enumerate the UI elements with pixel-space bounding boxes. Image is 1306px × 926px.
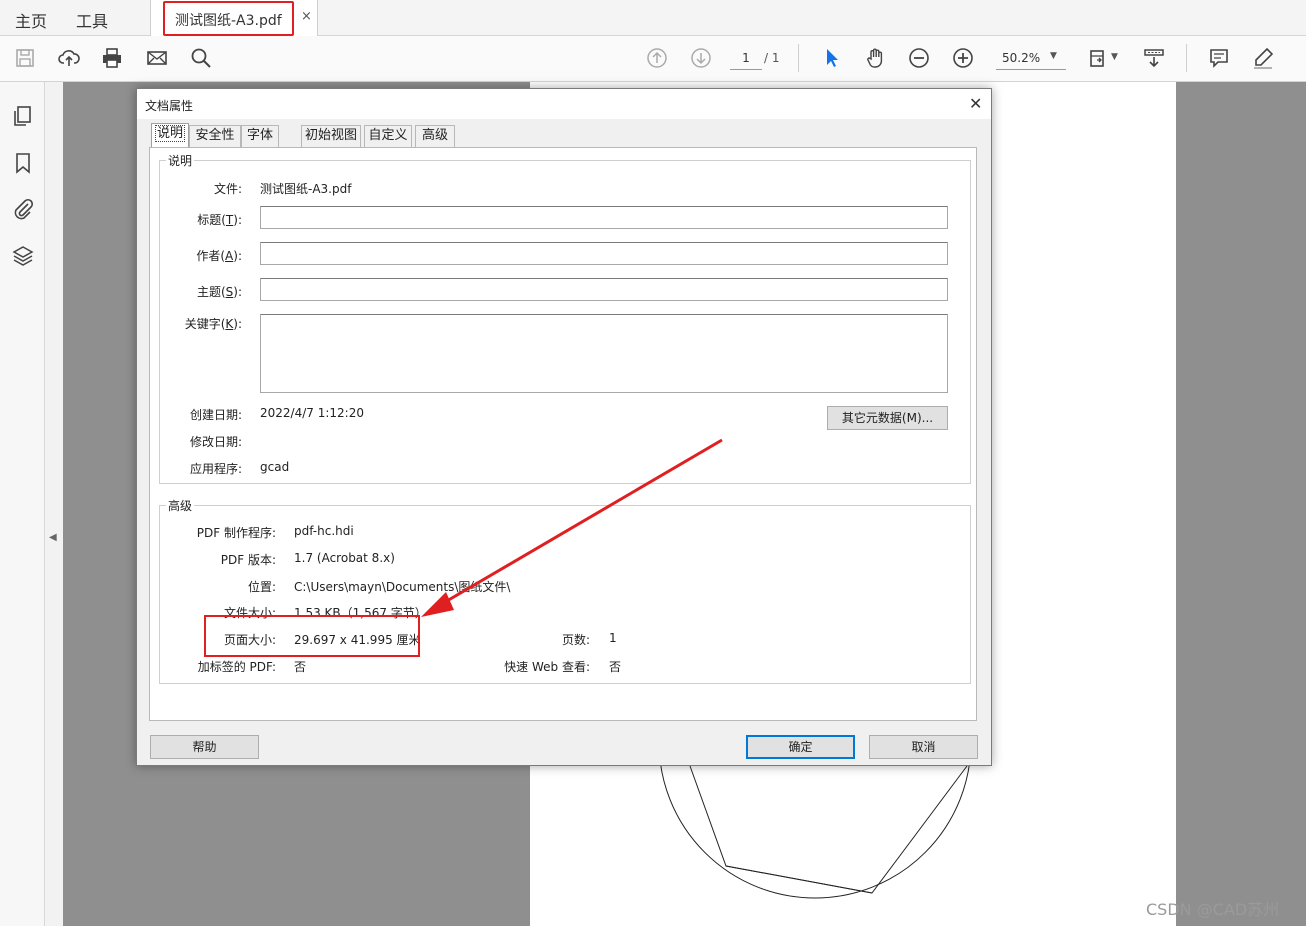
dialog-titlebar: 文档属性 ✕ xyxy=(137,89,991,119)
menu-bar: 主页 工具 测试图纸-A3.pdf × xyxy=(0,0,1306,36)
page-count-value: 1 xyxy=(609,631,617,645)
next-page-icon[interactable] xyxy=(689,46,713,70)
keywords-field[interactable] xyxy=(260,314,948,393)
application-value: gcad xyxy=(260,460,290,474)
producer-value: pdf-hc.hdi xyxy=(294,524,354,538)
hand-tool-icon[interactable] xyxy=(864,46,888,70)
keywords-label: 关键字(K): xyxy=(184,317,242,331)
save-icon[interactable] xyxy=(13,46,37,70)
close-icon[interactable]: ✕ xyxy=(969,94,982,113)
zoom-in-icon[interactable] xyxy=(951,46,975,70)
scroll-mode-icon[interactable] xyxy=(1142,46,1166,70)
cancel-button[interactable]: 取消 xyxy=(869,735,978,759)
fast-web-view-value: 否 xyxy=(609,660,622,674)
location-value: C:\Users\mayn\Documents\图纸文件\ xyxy=(294,580,511,594)
document-viewport-margin xyxy=(1176,82,1306,926)
email-icon[interactable] xyxy=(145,46,169,70)
search-icon[interactable] xyxy=(189,46,213,70)
author-field[interactable] xyxy=(260,242,948,265)
subject-label: 主题(S): xyxy=(196,285,242,299)
document-properties-dialog: 文档属性 ✕ 说明 安全性 字体 初始视图 自定义 高级 说明 文件: 测试图纸… xyxy=(136,88,992,766)
location-label: 位置: xyxy=(247,580,276,594)
page-total: / 1 xyxy=(764,51,780,65)
more-metadata-button[interactable]: 其它元数据(M)... xyxy=(827,406,948,430)
pdf-version-label: PDF 版本: xyxy=(220,553,276,567)
menu-home[interactable]: 主页 xyxy=(15,8,47,32)
title-label: 标题(T): xyxy=(197,213,242,227)
highlight-pen-icon[interactable] xyxy=(1251,46,1275,70)
navigation-panel xyxy=(0,82,45,926)
author-label: 作者(A): xyxy=(196,249,242,263)
toolbar-divider xyxy=(798,44,799,72)
modified-date-label: 修改日期: xyxy=(189,435,242,449)
page-count-label: 页数: xyxy=(561,633,590,647)
tab-fonts[interactable]: 字体 xyxy=(241,125,279,147)
application-label: 应用程序: xyxy=(189,462,242,476)
comment-icon[interactable] xyxy=(1207,46,1231,70)
chevron-down-icon[interactable]: ▼ xyxy=(1111,52,1118,62)
page-fit-icon[interactable] xyxy=(1087,46,1111,70)
description-group: 说明 文件: 测试图纸-A3.pdf 标题(T): 作者(A): 主题(S): … xyxy=(159,152,971,484)
tagged-pdf-value: 否 xyxy=(294,660,307,674)
tab-highlight-box xyxy=(163,1,294,36)
zoom-out-icon[interactable] xyxy=(907,46,931,70)
bookmark-icon[interactable] xyxy=(11,151,35,175)
zoom-level-select[interactable]: 50.2% ▼ xyxy=(996,46,1066,70)
ok-button[interactable]: 确定 xyxy=(746,735,855,759)
collapse-panel-icon[interactable]: ◀ xyxy=(49,532,57,543)
created-date-value: 2022/4/7 1:12:20 xyxy=(260,406,364,420)
tagged-pdf-label: 加标签的 PDF: xyxy=(197,660,276,674)
subject-field[interactable] xyxy=(260,278,948,301)
file-label: 文件: xyxy=(213,182,242,196)
advanced-group: 高级 PDF 制作程序: pdf-hc.hdi PDF 版本: 1.7 (Acr… xyxy=(159,497,971,684)
fast-web-view-label: 快速 Web 查看: xyxy=(504,660,590,674)
tab-initial-view[interactable]: 初始视图 xyxy=(301,125,361,147)
toolbar: 1 / 1 50.2% ▼ ▼ xyxy=(0,36,1306,82)
created-date-label: 创建日期: xyxy=(189,408,242,422)
menu-tools[interactable]: 工具 xyxy=(76,8,108,32)
help-button[interactable]: 帮助 xyxy=(150,735,259,759)
print-icon[interactable] xyxy=(100,46,124,70)
select-cursor-icon[interactable] xyxy=(820,46,844,70)
cloud-upload-icon[interactable] xyxy=(57,46,81,70)
layers-icon[interactable] xyxy=(11,244,35,268)
tab-security[interactable]: 安全性 xyxy=(189,125,241,147)
page-size-highlight-box xyxy=(204,615,420,657)
tab-custom[interactable]: 自定义 xyxy=(364,125,412,147)
group-title: 高级 xyxy=(166,497,195,514)
page-thumbnails-icon[interactable] xyxy=(11,104,35,128)
watermark: CSDN @CAD苏州 xyxy=(1146,900,1280,919)
chevron-down-icon: ▼ xyxy=(1050,51,1057,61)
page-number-input[interactable]: 1 xyxy=(730,46,762,70)
title-field[interactable] xyxy=(260,206,948,229)
toolbar-divider xyxy=(1186,44,1187,72)
zoom-level-value: 50.2% xyxy=(1002,51,1041,65)
attachment-icon[interactable] xyxy=(11,197,35,221)
pdf-version-value: 1.7 (Acrobat 8.x) xyxy=(294,551,395,565)
tab-description[interactable]: 说明 xyxy=(151,123,189,147)
producer-label: PDF 制作程序: xyxy=(196,526,276,540)
previous-page-icon[interactable] xyxy=(645,46,669,70)
group-title: 说明 xyxy=(166,152,195,169)
file-value: 测试图纸-A3.pdf xyxy=(260,182,352,196)
close-tab-icon[interactable]: × xyxy=(301,9,312,24)
tab-advanced[interactable]: 高级 xyxy=(415,125,455,147)
dialog-title: 文档属性 xyxy=(145,99,194,113)
